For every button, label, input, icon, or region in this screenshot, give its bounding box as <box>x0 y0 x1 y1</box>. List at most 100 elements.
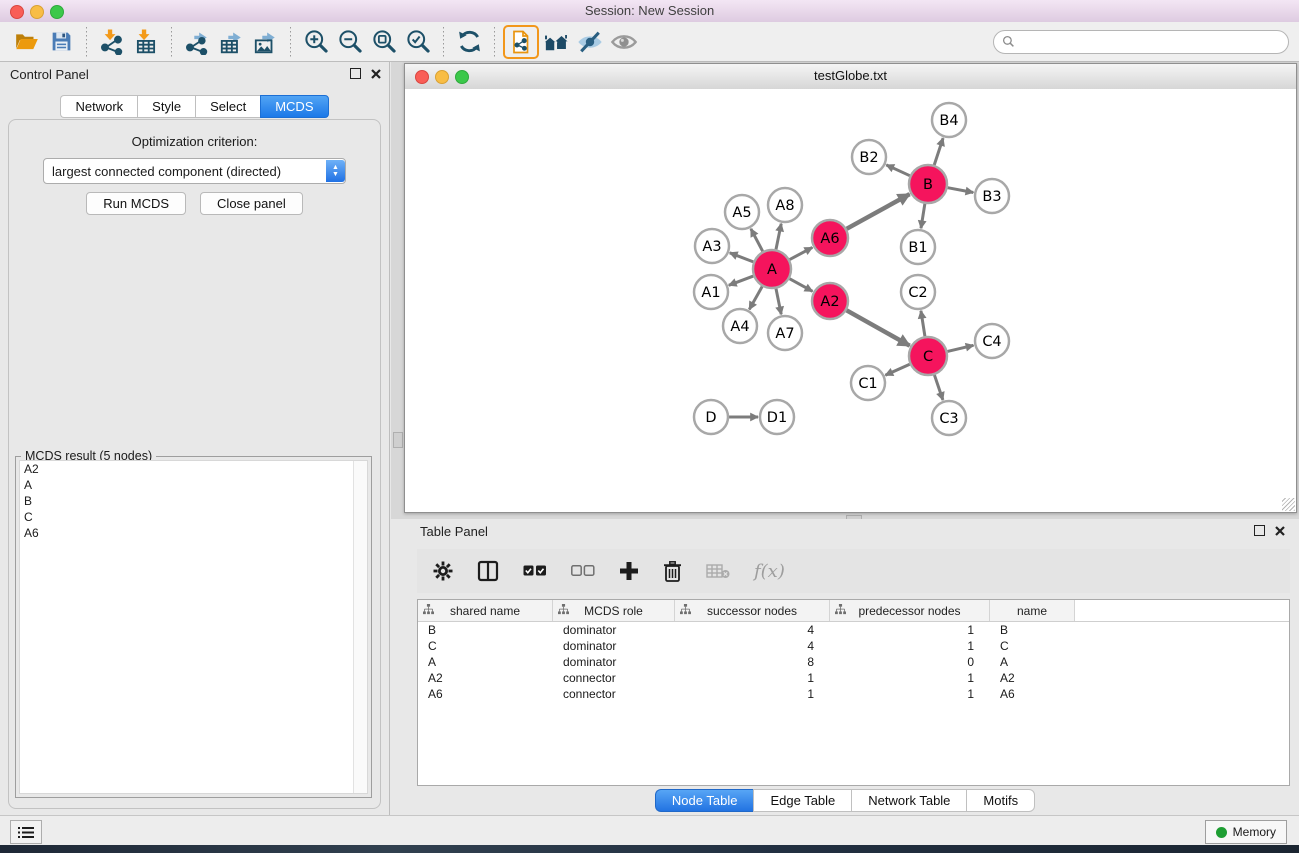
graph-edge-C-C4[interactable] <box>947 345 973 351</box>
graph-node-A6[interactable]: A6 <box>812 220 848 256</box>
graph-edge-A-A3[interactable] <box>730 253 754 262</box>
result-item-A2[interactable]: A2 <box>20 461 367 477</box>
result-item-A6[interactable]: A6 <box>20 525 367 541</box>
graph-edge-A-A5[interactable] <box>751 229 763 251</box>
memory-button[interactable]: Memory <box>1205 820 1287 844</box>
column-header-predecessor-nodes[interactable]: predecessor nodes <box>830 600 990 621</box>
tab-network[interactable]: Network <box>60 95 137 118</box>
column-header-successor-nodes[interactable]: successor nodes <box>675 600 830 621</box>
zoom-out-button[interactable] <box>333 26 367 58</box>
graph-node-A7[interactable]: A7 <box>768 316 802 350</box>
result-item-A[interactable]: A <box>20 477 367 493</box>
select-all-columns-button[interactable] <box>523 565 547 577</box>
split-columns-button[interactable] <box>477 560 499 582</box>
refresh-view-button[interactable] <box>452 26 486 58</box>
graph-node-C2[interactable]: C2 <box>901 275 935 309</box>
graph-edge-A-A4[interactable] <box>749 286 762 309</box>
criterion-select[interactable]: largest connected component (directed) ▲… <box>43 158 346 184</box>
graph-node-A3[interactable]: A3 <box>695 229 729 263</box>
delete-table-button[interactable] <box>706 563 730 579</box>
cell[interactable]: A6 <box>990 687 1075 701</box>
function-builder-button[interactable]: f(x) <box>754 561 785 582</box>
tab-mcds[interactable]: MCDS <box>260 95 328 118</box>
mcds-result-list[interactable]: A2ABCA6 <box>19 460 368 794</box>
tab-network-table[interactable]: Network Table <box>851 789 966 812</box>
cell[interactable]: 4 <box>675 623 830 637</box>
window-resize-grip[interactable] <box>1282 498 1295 511</box>
result-list-scrollbar[interactable] <box>353 461 367 793</box>
table-row-A6[interactable]: A6connector11A6 <box>418 686 1289 702</box>
cell[interactable]: B <box>418 623 553 637</box>
cell[interactable]: 1 <box>830 687 990 701</box>
toolbar-search[interactable] <box>993 30 1289 54</box>
network-window-titlebar[interactable]: testGlobe.txt <box>405 64 1296 90</box>
graph-edge-A-A7[interactable] <box>776 289 781 315</box>
table-row-A2[interactable]: A2connector11A2 <box>418 670 1289 686</box>
close-panel-button[interactable]: Close panel <box>200 192 303 215</box>
import-network-button[interactable] <box>95 26 129 58</box>
cell[interactable]: dominator <box>553 655 675 669</box>
tab-style[interactable]: Style <box>137 95 195 118</box>
cell[interactable]: 1 <box>830 639 990 653</box>
zoom-in-button[interactable] <box>299 26 333 58</box>
graph-node-D[interactable]: D <box>694 400 728 434</box>
graph-edge-A-A1[interactable] <box>729 276 754 285</box>
float-table-panel-icon[interactable] <box>1254 525 1265 536</box>
close-table-panel-icon[interactable] <box>1275 526 1285 536</box>
tab-select[interactable]: Select <box>195 95 260 118</box>
graph-edge-C-C2[interactable] <box>921 311 925 336</box>
graph-node-B4[interactable]: B4 <box>932 103 966 137</box>
tab-edge-table[interactable]: Edge Table <box>753 789 851 812</box>
cell[interactable]: dominator <box>553 623 675 637</box>
column-header-MCDS-role[interactable]: MCDS role <box>553 600 675 621</box>
panel-divider-grip[interactable] <box>393 432 403 448</box>
export-image-button[interactable] <box>248 26 282 58</box>
cell[interactable]: 1 <box>830 623 990 637</box>
graph-node-C1[interactable]: C1 <box>851 366 885 400</box>
graph-node-B2[interactable]: B2 <box>852 140 886 174</box>
tab-node-table[interactable]: Node Table <box>655 789 754 812</box>
delete-column-button[interactable] <box>663 561 682 582</box>
float-panel-icon[interactable] <box>350 68 361 79</box>
cell[interactable]: 1 <box>675 671 830 685</box>
graph-node-D1[interactable]: D1 <box>760 400 794 434</box>
node-table[interactable]: shared nameMCDS rolesuccessor nodesprede… <box>417 599 1290 786</box>
column-header-name[interactable]: name <box>990 600 1075 621</box>
graph-node-A4[interactable]: A4 <box>723 309 757 343</box>
result-item-B[interactable]: B <box>20 493 367 509</box>
cell[interactable]: 8 <box>675 655 830 669</box>
graph-node-C4[interactable]: C4 <box>975 324 1009 358</box>
show-details-button[interactable] <box>607 26 641 58</box>
graph-edge-A-A8[interactable] <box>776 224 781 250</box>
zoom-fit-button[interactable] <box>367 26 401 58</box>
open-session-button[interactable] <box>10 26 44 58</box>
graph-edge-B-B4[interactable] <box>934 138 943 165</box>
graph-node-B[interactable]: B <box>909 165 947 203</box>
cell[interactable]: B <box>990 623 1075 637</box>
zoom-selected-button[interactable] <box>401 26 435 58</box>
table-row-C[interactable]: Cdominator41C <box>418 638 1289 654</box>
graph-node-A2[interactable]: A2 <box>812 283 848 319</box>
cell[interactable]: C <box>990 639 1075 653</box>
graph-node-C[interactable]: C <box>909 337 947 375</box>
graph-edge-B-B1[interactable] <box>921 204 925 228</box>
column-header-shared-name[interactable]: shared name <box>418 600 553 621</box>
export-table-button[interactable] <box>214 26 248 58</box>
cell[interactable]: 0 <box>830 655 990 669</box>
cell[interactable]: 1 <box>675 687 830 701</box>
cell[interactable]: C <box>418 639 553 653</box>
graph-edge-C-C3[interactable] <box>934 375 942 400</box>
network-canvas[interactable]: AA1A2A3A4A5A6A7A8BB1B2B3B4CC1C2C3C4DD1 <box>405 89 1296 512</box>
tab-motifs[interactable]: Motifs <box>966 789 1035 812</box>
graph-node-A[interactable]: A <box>753 250 791 288</box>
graph-edge-A-A6[interactable] <box>790 247 813 259</box>
graph-edge-A-A2[interactable] <box>790 279 813 292</box>
result-item-C[interactable]: C <box>20 509 367 525</box>
hide-details-button[interactable] <box>573 26 607 58</box>
graph-edge-C-C1[interactable] <box>885 364 909 375</box>
graph-node-C3[interactable]: C3 <box>932 401 966 435</box>
cell[interactable]: dominator <box>553 639 675 653</box>
search-input[interactable] <box>1020 34 1280 50</box>
cell[interactable]: 4 <box>675 639 830 653</box>
table-row-A[interactable]: Adominator80A <box>418 654 1289 670</box>
